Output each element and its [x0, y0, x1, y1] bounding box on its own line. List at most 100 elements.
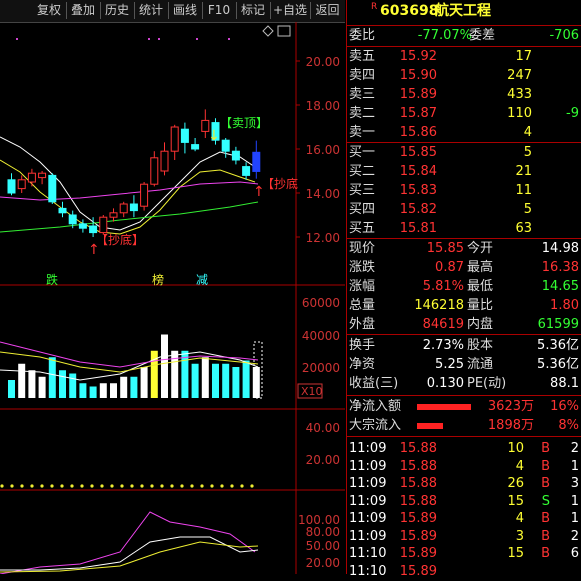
statistics-button[interactable]: 统计 [134, 2, 169, 19]
volume-bar [8, 380, 15, 398]
stat-row: 总量 146218 量比 1.80 [347, 297, 581, 315]
stat-label: 量比 [467, 298, 494, 313]
candle[interactable] [242, 166, 251, 176]
candle[interactable] [89, 225, 98, 234]
history-button[interactable]: 历史 [100, 2, 135, 19]
mark-button[interactable]: 标记 [236, 2, 271, 19]
ask-row[interactable]: 卖四 15.90 247 [347, 67, 581, 85]
tick-row[interactable]: 11:09 15.88 15 S 1 [347, 493, 581, 511]
stock-code: 603698 [380, 3, 439, 19]
overlay-button[interactable]: 叠加 [66, 2, 101, 19]
candle[interactable] [17, 179, 26, 190]
candle[interactable] [48, 174, 57, 203]
candle[interactable] [191, 144, 200, 150]
stat-value: 0.87 [435, 260, 464, 275]
ask-price: 15.87 [399, 106, 437, 121]
f10-button[interactable]: F10 [202, 2, 237, 19]
price-tick: 12.00 [306, 231, 340, 245]
draw-line-button[interactable]: 画线 [168, 2, 203, 19]
volume-bar [59, 370, 66, 398]
tick-price: 15.89 [399, 563, 437, 579]
indicator-dot [80, 484, 84, 488]
candle[interactable] [231, 150, 240, 161]
ask-volume: 433 [507, 87, 532, 102]
tick-row[interactable]: 11:09 15.89 4 B 1 [347, 510, 581, 528]
candle[interactable] [170, 126, 179, 152]
volume-bars [8, 334, 260, 398]
candle[interactable] [150, 157, 159, 185]
volume-bar [110, 383, 117, 398]
ask-row[interactable]: 卖一 15.86 4 [347, 124, 581, 142]
tick-row[interactable]: 11:10 15.89 [347, 563, 581, 581]
tick-row[interactable]: 11:09 15.88 10 B 2 [347, 440, 581, 458]
quote-panel: R 603698 航天工程 委比 -77.07% 委差 -706 卖五 15.92… [346, 0, 581, 579]
candle[interactable] [38, 172, 47, 179]
bid-price: 15.82 [399, 202, 437, 217]
volume-bar [130, 376, 138, 398]
flow-row: 大宗流入 1898万 8% [347, 417, 581, 435]
vol-ma-magenta [0, 341, 259, 368]
stat-value: 1.80 [550, 298, 579, 313]
candle[interactable] [221, 139, 230, 152]
candle[interactable] [180, 128, 189, 143]
bid-row[interactable]: 买二 15.84 21 [347, 163, 581, 181]
tick-time: 11:09 [349, 511, 387, 526]
candle[interactable] [160, 150, 169, 172]
indicator-dot [240, 484, 244, 488]
kline-chart[interactable]: 20.00 18.00 16.00 14.00 12.00 【卖顶】 ↓ 【抄底… [0, 22, 345, 574]
tick-row[interactable]: 11:10 15.89 15 B 6 [347, 545, 581, 563]
indicator-dot [140, 484, 144, 488]
bid-row[interactable]: 买五 15.81 63 [347, 220, 581, 238]
bid-price: 15.81 [399, 221, 437, 236]
tick-row[interactable]: 11:09 15.89 3 B 2 [347, 528, 581, 546]
candle[interactable] [129, 203, 138, 212]
volume-axis: 60000 40000 20000 X10 [297, 296, 340, 399]
indicator-dot [210, 484, 214, 488]
candle[interactable] [78, 223, 87, 229]
bid-row[interactable]: 买一 15.85 5 [347, 144, 581, 162]
tick-time: 11:09 [349, 476, 387, 491]
tick-time: 11:09 [349, 458, 387, 474]
stat-value: 15.85 [426, 241, 464, 256]
tick-price: 15.88 [399, 441, 437, 456]
candle[interactable] [252, 151, 261, 172]
candle[interactable] [109, 212, 118, 218]
volume-bar [232, 367, 240, 398]
flow-bar [417, 423, 443, 429]
price-axis: 20.00 18.00 16.00 14.00 12.00 [296, 55, 340, 245]
stat-value: 2.73% [422, 338, 464, 353]
candle[interactable] [140, 183, 149, 207]
tick-price: 15.88 [399, 458, 437, 474]
candle[interactable] [7, 179, 16, 194]
candle[interactable] [58, 207, 67, 214]
tick-side: B [541, 458, 550, 474]
candle[interactable] [27, 172, 36, 183]
bid-row[interactable]: 买四 15.82 5 [347, 201, 581, 219]
flow-value: 3623万 [487, 399, 534, 414]
candle[interactable] [119, 203, 128, 214]
bid-row[interactable]: 买三 15.83 11 [347, 182, 581, 200]
add-watchlist-button[interactable]: +自选 [270, 2, 311, 19]
stat-label: 流通 [467, 357, 494, 372]
back-button[interactable]: 返回 [310, 2, 345, 19]
tick-time: 11:09 [349, 441, 387, 456]
bid-label: 买四 [349, 202, 376, 217]
restore-rights-button[interactable]: 复权 [32, 2, 67, 19]
tick-price: 15.89 [399, 546, 437, 561]
ask-row[interactable]: 卖五 15.92 17 [347, 48, 581, 66]
osc-line-white [0, 536, 259, 571]
ask-row[interactable]: 卖三 15.89 433 [347, 86, 581, 104]
volume-bar [242, 360, 250, 398]
tick-row[interactable]: 11:09 15.88 4 B 1 [347, 458, 581, 476]
candle[interactable] [68, 214, 77, 225]
stat-value: 88.1 [550, 376, 579, 391]
ma-line-yellow [0, 159, 256, 235]
panel-icon[interactable] [277, 25, 291, 37]
candle[interactable] [99, 216, 108, 234]
tick-row[interactable]: 11:09 15.88 26 B 3 [347, 475, 581, 493]
diamond-icon[interactable] [262, 25, 274, 37]
chart-toolbar: 复权 叠加 历史 统计 画线 F10 标记 +自选 返回 [0, 0, 345, 23]
flow-label: 净流入额 [349, 399, 402, 414]
tick-side: B [541, 441, 550, 456]
ask-row[interactable]: 卖二 15.87 110 -9 [347, 105, 581, 123]
